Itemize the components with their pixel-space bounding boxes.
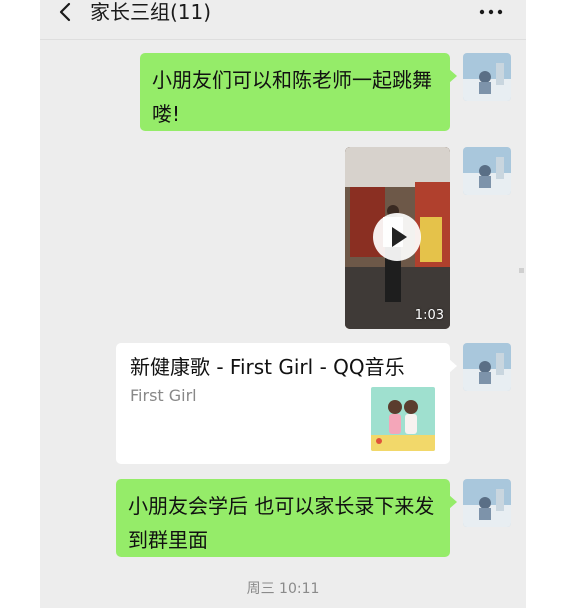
avatar[interactable] <box>463 53 511 101</box>
message-bubble[interactable]: 小朋友们可以和陈老师一起跳舞 喽! <box>140 53 457 131</box>
message-text-line: 到群里面 <box>128 528 208 552</box>
avatar[interactable] <box>463 479 511 527</box>
bubble-tail <box>449 359 457 373</box>
card-subtitle: First Girl <box>130 386 197 405</box>
message-bubble[interactable]: 小朋友会学后 也可以家长录下来发 到群里面 <box>116 479 457 557</box>
bubble-tail <box>449 69 457 83</box>
video-duration: 1:03 <box>414 308 444 323</box>
message-text-line: 喽! <box>152 102 181 126</box>
bubble-tail <box>449 495 457 509</box>
message-text-line: 小朋友会学后 也可以家长录下来发 <box>128 494 435 518</box>
avatar[interactable] <box>463 147 511 195</box>
music-share-card[interactable]: 新健康歌 - First Girl - QQ音乐 First Girl <box>116 343 457 464</box>
video-message[interactable]: 1:03 <box>345 147 450 329</box>
chat-title: 家长三组(11) <box>90 0 212 24</box>
scroll-indicator <box>519 268 524 273</box>
chat-header: 家长三组(11) <box>40 0 526 40</box>
chevron-left-icon[interactable] <box>54 1 78 23</box>
message-timestamp: 周三 10:11 <box>246 581 320 597</box>
chat-screen: 家长三组(11) 小朋友们可以和陈老师一起跳舞 喽! 1:03 新健康歌 - F… <box>40 0 526 608</box>
more-dots-icon[interactable] <box>478 6 504 18</box>
message-text-line: 小朋友们可以和陈老师一起跳舞 <box>152 68 432 92</box>
album-cover <box>371 387 435 451</box>
card-title: 新健康歌 - First Girl - QQ音乐 <box>130 355 405 379</box>
play-button[interactable] <box>373 213 421 261</box>
avatar[interactable] <box>463 343 511 391</box>
